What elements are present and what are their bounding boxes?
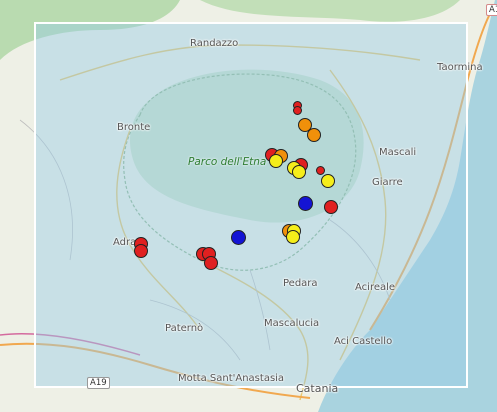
event-marker-red[interactable] — [204, 256, 218, 270]
selection-bounding-box[interactable] — [34, 22, 468, 388]
event-marker-red[interactable] — [134, 244, 148, 258]
event-marker-blue[interactable] — [230, 229, 246, 245]
place-label-acireale: Acireale — [355, 282, 396, 293]
event-marker-yellow[interactable] — [269, 154, 283, 168]
place-label-bronte: Bronte — [117, 122, 151, 133]
event-marker-red[interactable] — [324, 200, 338, 214]
place-label-randazzo: Randazzo — [190, 38, 239, 49]
north-forest — [200, 0, 460, 22]
event-marker-yellow[interactable] — [321, 174, 335, 188]
event-marker-yellow[interactable] — [292, 165, 306, 179]
place-label-paterno: Paternò — [165, 323, 204, 334]
place-label-motta: Motta Sant'Anastasia — [178, 373, 285, 384]
road-shield-a19: A19 — [87, 377, 110, 389]
place-label-taormina: Taormina — [437, 62, 483, 73]
event-marker-orange[interactable] — [307, 128, 321, 142]
place-label-giarre: Giarre — [372, 177, 403, 188]
event-marker-yellow[interactable] — [286, 230, 300, 244]
park-label: Parco dell'Etna — [188, 156, 267, 168]
event-marker-blue[interactable] — [297, 195, 313, 211]
place-label-mascali: Mascali — [379, 147, 417, 158]
place-label-pedara: Pedara — [283, 278, 318, 289]
place-label-adrano: Adra — [113, 237, 137, 248]
road-shield-a18: A1 — [486, 4, 497, 16]
event-marker-red[interactable] — [315, 165, 325, 175]
event-marker-red[interactable] — [292, 105, 302, 115]
place-label-catania: Catania — [296, 382, 339, 395]
place-label-aci-castello: Aci Castello — [334, 336, 393, 347]
place-label-mascalucia: Mascalucia — [264, 318, 320, 329]
map-view[interactable]: Parco dell'Etna Randazzo Taormina Bronte… — [0, 0, 497, 412]
